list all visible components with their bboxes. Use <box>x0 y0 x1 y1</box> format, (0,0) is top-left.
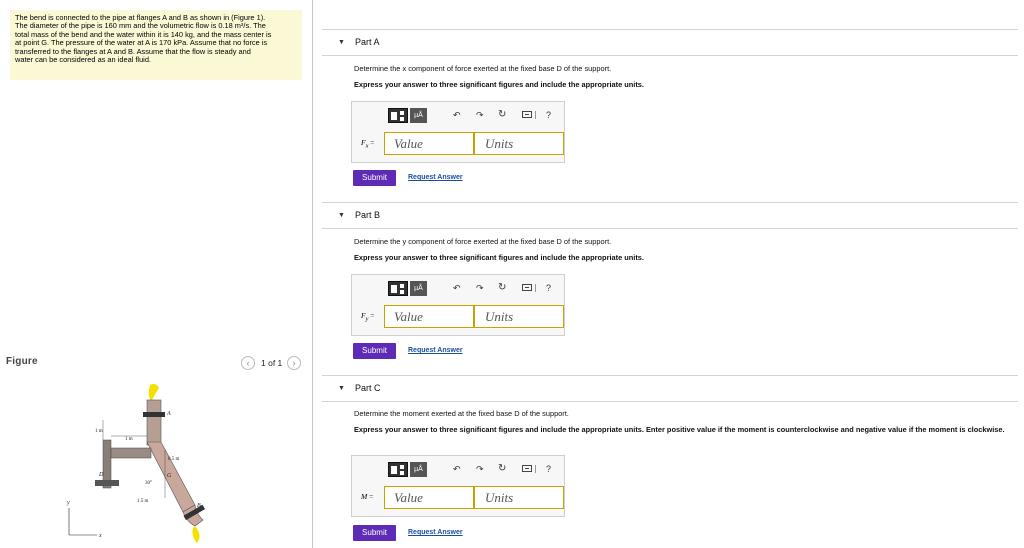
inlet-pipe <box>146 399 162 446</box>
reset-icon[interactable]: ↻ <box>498 283 506 293</box>
keyboard-icon[interactable] <box>522 465 532 472</box>
water-jet-bottom <box>192 526 200 543</box>
part-a-instruction: Determine the x component of force exert… <box>354 64 612 73</box>
help-button[interactable]: ? <box>546 464 551 474</box>
point-label-d: D <box>98 472 104 478</box>
variable-label: Fy = <box>361 311 375 323</box>
part-c-title: Part C <box>355 383 381 393</box>
templates-icon[interactable] <box>388 462 408 477</box>
submit-button[interactable]: Submit <box>353 170 396 186</box>
x-axis-label: x <box>98 533 102 539</box>
problem-line: water can be considered as an ideal flui… <box>15 55 151 65</box>
units-input[interactable]: Units <box>474 486 564 509</box>
support-base <box>95 480 119 486</box>
keyboard-icon[interactable] <box>522 111 532 118</box>
pipe-bend-figure[interactable]: 1 m 1 m 0.5 m 1.5 m 30° A B D G y x <box>55 380 255 545</box>
collapse-triangle-icon[interactable]: ▼ <box>338 385 345 392</box>
undo-icon[interactable]: ↶ <box>453 283 461 293</box>
request-answer-link[interactable]: Request Answer <box>408 529 463 536</box>
math-toolbar: µÅ ↶ ↷ ↻ ? <box>352 275 564 303</box>
units-input[interactable]: Units <box>474 305 564 328</box>
templates-icon[interactable] <box>388 108 408 123</box>
figure-label: Figure <box>6 356 38 367</box>
support-arm <box>110 447 152 459</box>
pipe-bend-drawing: 1 m 1 m 0.5 m 1.5 m 30° A B D G y x <box>66 384 206 543</box>
units-button[interactable]: µÅ <box>410 108 427 123</box>
value-input[interactable]: Value <box>384 305 474 328</box>
part-c-answer-box: µÅ ↶ ↷ ↻ ? M = Value Units <box>351 455 565 517</box>
toolbar-separator <box>535 284 536 292</box>
undo-icon[interactable]: ↶ <box>453 464 461 474</box>
part-c-instruction: Determine the moment exerted at the fixe… <box>354 409 569 418</box>
redo-icon[interactable]: ↷ <box>476 464 484 474</box>
variable-label: Fx = <box>361 138 375 150</box>
dim-label: 1 m <box>95 429 103 434</box>
figure-page-indicator: 1 of 1 <box>261 358 283 368</box>
keyboard-icon[interactable] <box>522 284 532 291</box>
part-b-section: ▼ Part B Determine the y component of fo… <box>322 202 1018 362</box>
collapse-triangle-icon[interactable]: ▼ <box>338 212 345 219</box>
part-a-answer-box: µÅ ↶ ↷ ↻ ? Fx = Value Units <box>351 101 565 163</box>
dim-label: 0.5 m <box>168 457 180 462</box>
units-input[interactable]: Units <box>474 132 564 155</box>
part-a-title: Part A <box>355 37 380 47</box>
y-axis-label: y <box>66 500 70 506</box>
value-input[interactable]: Value <box>384 132 474 155</box>
help-button[interactable]: ? <box>546 110 551 120</box>
toolbar-separator <box>535 111 536 119</box>
submit-button[interactable]: Submit <box>353 343 396 359</box>
chevron-left-icon[interactable]: ‹ <box>241 356 255 370</box>
part-a-section: ▼ Part A Determine the x component of fo… <box>322 29 1018 189</box>
flange-a <box>143 412 165 417</box>
dim-label: 1 m <box>125 437 133 442</box>
reset-icon[interactable]: ↻ <box>498 464 506 474</box>
point-label-g: G <box>167 473 172 479</box>
toolbar-separator <box>535 465 536 473</box>
reset-icon[interactable]: ↻ <box>498 110 506 120</box>
help-button[interactable]: ? <box>546 283 551 293</box>
value-input[interactable]: Value <box>384 486 474 509</box>
undo-icon[interactable]: ↶ <box>453 110 461 120</box>
water-jet-top <box>148 384 159 402</box>
submit-button[interactable]: Submit <box>353 525 396 541</box>
part-a-header[interactable]: ▼ Part A <box>322 29 1018 56</box>
units-button[interactable]: µÅ <box>410 281 427 296</box>
collapse-triangle-icon[interactable]: ▼ <box>338 39 345 46</box>
part-c-header[interactable]: ▼ Part C <box>322 375 1018 402</box>
math-toolbar: µÅ ↶ ↷ ↻ ? <box>352 102 564 130</box>
redo-icon[interactable]: ↷ <box>476 110 484 120</box>
point-label-b: B <box>197 503 201 509</box>
part-b-instruction: Determine the y component of force exert… <box>354 237 612 246</box>
dim-label: 1.5 m <box>137 499 149 504</box>
column-divider <box>312 0 313 548</box>
part-b-answer-box: µÅ ↶ ↷ ↻ ? Fy = Value Units <box>351 274 565 336</box>
templates-icon[interactable] <box>388 281 408 296</box>
problem-statement: The bend is connected to the pipe at fla… <box>10 10 302 80</box>
part-a-express: Express your answer to three significant… <box>354 80 644 89</box>
variable-label: M = <box>361 492 374 501</box>
part-b-express: Express your answer to three significant… <box>354 253 644 262</box>
part-b-header[interactable]: ▼ Part B <box>322 202 1018 229</box>
redo-icon[interactable]: ↷ <box>476 283 484 293</box>
math-toolbar: µÅ ↶ ↷ ↻ ? <box>352 456 564 484</box>
request-answer-link[interactable]: Request Answer <box>408 347 463 354</box>
request-answer-link[interactable]: Request Answer <box>408 174 463 181</box>
part-b-title: Part B <box>355 210 381 220</box>
point-label-a: A <box>166 411 171 417</box>
angle-label: 30° <box>145 481 152 486</box>
chevron-right-icon[interactable]: › <box>287 356 301 370</box>
units-button[interactable]: µÅ <box>410 462 427 477</box>
part-c-express: Express your answer to three significant… <box>354 425 1005 434</box>
part-c-section: ▼ Part C Determine the moment exerted at… <box>322 375 1018 548</box>
